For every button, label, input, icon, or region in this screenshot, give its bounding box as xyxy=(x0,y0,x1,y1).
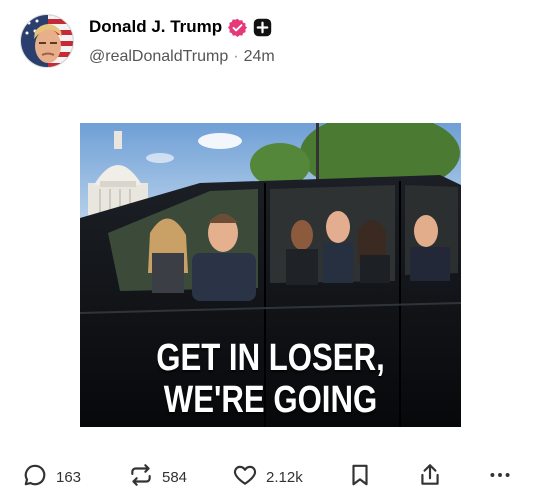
like-button[interactable]: 2.12k xyxy=(232,462,303,492)
follow-plus-icon[interactable] xyxy=(253,18,272,37)
separator: · xyxy=(233,48,239,65)
reply-button[interactable]: 163 xyxy=(22,462,81,492)
author-handle[interactable]: @realDonaldTrump xyxy=(89,48,228,66)
author-name[interactable]: Donald J. Trump xyxy=(89,17,222,37)
bookmark-button[interactable] xyxy=(347,462,373,492)
post-time[interactable]: 24m xyxy=(244,48,275,66)
share-button[interactable] xyxy=(417,462,443,492)
like-count: 2.12k xyxy=(266,468,303,486)
repost-count: 584 xyxy=(162,468,188,486)
more-dots-icon xyxy=(487,462,513,492)
reply-count: 163 xyxy=(56,468,82,486)
repost-button[interactable]: 584 xyxy=(128,462,187,492)
verified-badge-icon xyxy=(228,18,248,37)
heart-icon xyxy=(232,462,258,492)
bookmark-icon xyxy=(347,462,373,492)
share-icon xyxy=(417,462,443,492)
speech-bubble-icon xyxy=(22,462,48,492)
image-caption-line2: WE'RE GOING LOSING. xyxy=(163,379,378,427)
repost-arrows-icon xyxy=(128,462,154,492)
post-image[interactable]: GET IN LOSER, WE'RE GOING LOSING. xyxy=(80,123,461,427)
image-caption-line1: GET IN LOSER, xyxy=(156,337,385,379)
action-bar: 163 584 2.12k xyxy=(22,462,522,492)
more-button[interactable] xyxy=(487,462,513,492)
avatar[interactable] xyxy=(20,14,74,68)
